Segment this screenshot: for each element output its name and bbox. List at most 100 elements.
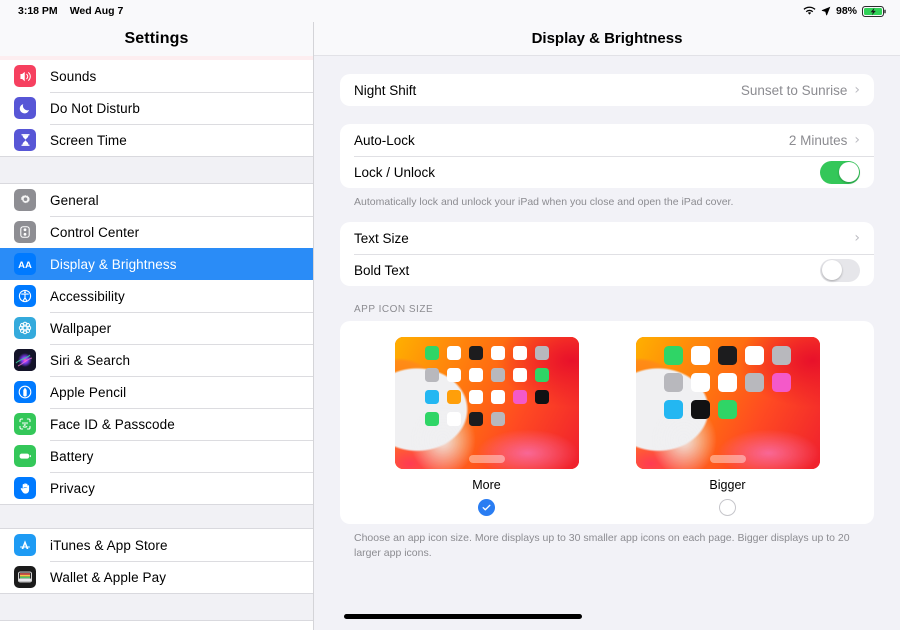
sidebar-item-itunes-and-app-store[interactable]: iTunes & App Store <box>0 529 313 561</box>
sidebar-item-wallpaper[interactable]: Wallpaper <box>0 312 313 344</box>
app-icon <box>468 346 483 361</box>
app-icon <box>512 346 527 361</box>
app-grid-more <box>395 346 579 427</box>
sidebar-item-apple-pencil[interactable]: Apple Pencil <box>0 376 313 408</box>
sidebar-item-label: Face ID & Passcode <box>50 416 175 432</box>
battery-icon <box>14 445 36 467</box>
app-icon <box>691 373 710 393</box>
app-icon-size-option-more[interactable]: More <box>394 337 579 517</box>
dock-more <box>468 455 505 464</box>
sidebar-item-label: Siri & Search <box>50 352 131 368</box>
sidebar-item-general[interactable]: General <box>0 184 313 216</box>
status-bar-right: 98% <box>803 5 886 17</box>
row-text-size[interactable]: Text Size › <box>340 222 874 254</box>
app-icon <box>468 368 483 383</box>
detail-scroll-area[interactable]: Night Shift Sunset to Sunrise › Auto-Loc… <box>314 56 900 604</box>
sidebar-item-accessibility[interactable]: Accessibility <box>0 280 313 312</box>
app-icon <box>772 373 791 393</box>
app-icon-empty <box>745 400 764 419</box>
sidebar-item-label: Wallpaper <box>50 320 112 336</box>
hand-icon <box>14 477 36 499</box>
sidebar-item-label: Apple Pencil <box>50 384 127 400</box>
status-bar-left: 3:18 PM Wed Aug 7 <box>18 5 123 17</box>
text-card: Text Size › Bold Text <box>340 222 874 287</box>
accessibility-icon <box>14 285 36 307</box>
sidebar-item-face-id-and-passcode[interactable]: Face ID & Passcode <box>0 408 313 440</box>
app-icon <box>446 390 461 405</box>
battery-charging-icon <box>862 5 886 17</box>
sidebar-item-label: Sounds <box>50 68 97 84</box>
bold-text-toggle[interactable] <box>820 258 860 282</box>
home-screen-preview-more[interactable] <box>394 337 579 470</box>
toggle-knob <box>838 162 859 182</box>
moon-icon <box>14 97 36 119</box>
aa-text-icon: AA <box>14 253 36 275</box>
lock-unlock-footnote: Automatically lock and unlock your iPad … <box>354 196 734 208</box>
auto-lock-card: Auto-Lock 2 Minutes › Lock / Unlock <box>340 124 874 188</box>
app-icon <box>664 346 683 366</box>
radio-more-selected[interactable] <box>478 499 495 517</box>
split-view: Settings Sounds Do Not Disturb Screen Ti… <box>0 22 900 630</box>
ipad-settings-screen: 3:18 PM Wed Aug 7 98% Settings Sounds Do… <box>0 0 900 630</box>
pencil-circle-icon <box>14 381 36 403</box>
sidebar-title: Settings <box>0 22 313 56</box>
sidebar-item-privacy[interactable]: Privacy <box>0 472 313 504</box>
app-icon-size-option-bigger[interactable]: Bigger <box>635 337 820 517</box>
detail-pane: Display & Brightness Night Shift Sunset … <box>314 22 900 630</box>
app-icon <box>534 346 549 361</box>
app-grid-bigger <box>636 346 820 420</box>
sidebar-item-screen-time[interactable]: Screen Time <box>0 124 313 156</box>
face-id-icon <box>14 413 36 435</box>
lock-unlock-toggle[interactable] <box>820 160 860 184</box>
sidebar-item-label: Control Center <box>50 224 140 240</box>
option-label-more: More <box>472 478 501 493</box>
row-auto-lock[interactable]: Auto-Lock 2 Minutes › <box>340 124 874 156</box>
sidebar-item-control-center[interactable]: Control Center <box>0 216 313 248</box>
chevron-right-icon: › <box>854 132 860 148</box>
text-size-value-group: › <box>854 231 860 245</box>
sidebar-group-separator <box>0 504 313 529</box>
app-icon-size-header: APP ICON SIZE <box>354 304 434 316</box>
row-lock-unlock[interactable]: Lock / Unlock <box>340 156 874 188</box>
app-icon <box>446 368 461 383</box>
text-size-label: Text Size <box>354 230 409 246</box>
home-screen-preview-bigger[interactable] <box>635 337 820 470</box>
chevron-right-icon: › <box>854 82 860 98</box>
app-icon <box>745 346 764 366</box>
sidebar-item-label: iTunes & App Store <box>50 537 168 553</box>
sidebar-item-do-not-disturb[interactable]: Do Not Disturb <box>0 92 313 124</box>
app-icon <box>446 346 461 361</box>
app-icon <box>691 400 710 420</box>
app-icon <box>512 368 527 383</box>
sidebar-item-battery[interactable]: Battery <box>0 440 313 472</box>
app-icon <box>718 346 737 366</box>
sidebar-item-wallet-and-apple-pay[interactable]: Wallet & Apple Pay <box>0 561 313 593</box>
app-icon <box>490 412 505 427</box>
sidebar-item-label: Display & Brightness <box>50 256 177 272</box>
app-icon-empty <box>772 400 791 419</box>
sidebar-scroll-area[interactable]: Sounds Do Not Disturb Screen Time Genera… <box>0 56 313 630</box>
sidebar-item-display-and-brightness[interactable]: AA Display & Brightness <box>0 248 313 280</box>
app-icon <box>424 346 439 361</box>
app-icon <box>745 373 764 393</box>
sidebar-item-label: Battery <box>50 448 94 464</box>
night-shift-value: Sunset to Sunrise <box>740 82 848 98</box>
bold-text-label: Bold Text <box>354 262 410 278</box>
radio-bigger-unselected[interactable] <box>719 499 736 517</box>
app-store-icon <box>14 534 36 556</box>
sidebar-item-label: Privacy <box>50 480 95 496</box>
row-night-shift[interactable]: Night Shift Sunset to Sunrise › <box>340 74 874 106</box>
app-icon <box>490 390 505 405</box>
card-spacer <box>340 106 874 124</box>
sidebar-item-label: Wallet & Apple Pay <box>50 569 167 585</box>
night-shift-card: Night Shift Sunset to Sunrise › <box>340 74 874 106</box>
sidebar-item-sounds[interactable]: Sounds <box>0 60 313 92</box>
sidebar-item-siri-and-search[interactable]: Siri & Search <box>0 344 313 376</box>
app-icon-size-previews: More Bigger <box>340 337 874 517</box>
row-bold-text[interactable]: Bold Text <box>340 254 874 286</box>
check-icon <box>482 504 491 511</box>
home-indicator[interactable] <box>344 614 582 619</box>
lock-unlock-label: Lock / Unlock <box>354 164 436 180</box>
sidebar-item-label: Screen Time <box>50 132 127 148</box>
sidebar-bottom-separator <box>0 593 313 621</box>
